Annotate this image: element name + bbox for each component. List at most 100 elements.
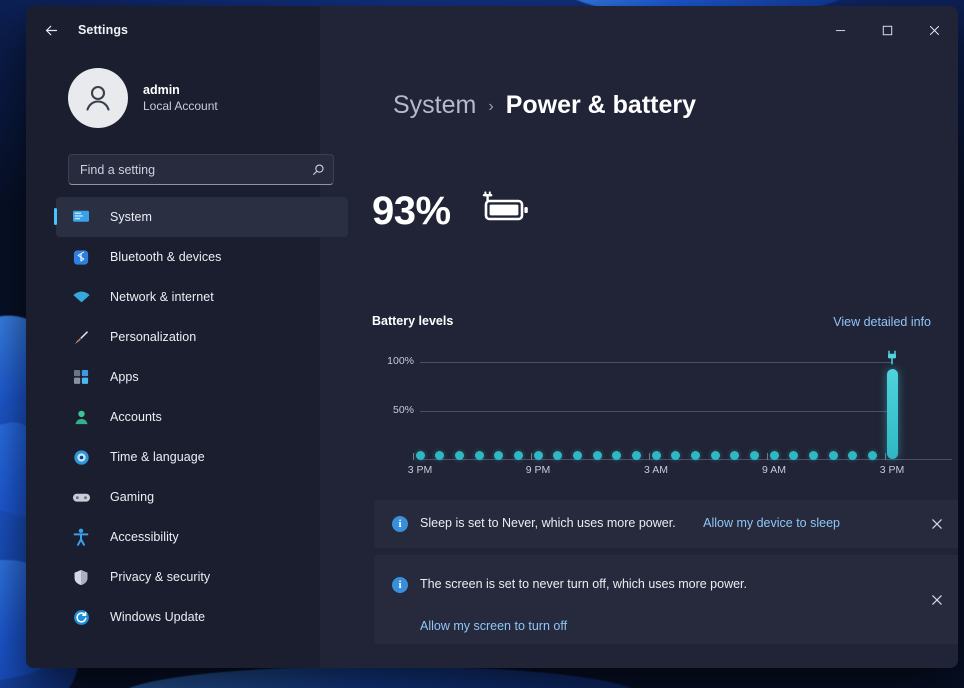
chart-data-point <box>749 451 759 460</box>
account-block[interactable]: admin Local Account <box>68 68 218 128</box>
sidebar-item-accounts[interactable]: Accounts <box>56 397 348 437</box>
chart-gridline <box>420 362 892 363</box>
sidebar-item-label: Apps <box>110 370 139 384</box>
sidebar-item-apps[interactable]: Apps <box>56 357 348 397</box>
banner-message: The screen is set to never turn off, whi… <box>420 577 748 591</box>
chart-data-point <box>474 451 484 460</box>
update-refresh-icon <box>70 607 92 627</box>
screen-timeout-notification-banner: i The screen is set to never turn off, w… <box>374 555 958 644</box>
monitor-glyph <box>73 210 89 222</box>
battery-levels-chart: Battery levels View detailed info 50% 100… <box>372 314 958 484</box>
wifi-icon <box>70 287 92 307</box>
back-arrow-icon <box>45 25 57 35</box>
chart-x-tick <box>531 453 532 460</box>
battery-charging-icon <box>477 190 533 232</box>
sidebar-item-label: System <box>110 210 152 224</box>
sidebar-item-network-internet[interactable]: Network & internet <box>56 277 348 317</box>
chart-data-point <box>592 451 602 460</box>
chart-x-tick-label: 3 PM <box>879 464 905 476</box>
sidebar-item-gaming[interactable]: Gaming <box>56 477 348 517</box>
dismiss-button[interactable] <box>922 585 952 615</box>
chart-x-tick-label: 3 PM <box>407 464 433 476</box>
sidebar-item-windows-update[interactable]: Windows Update <box>56 597 348 637</box>
sidebar-item-privacy-security[interactable]: Privacy & security <box>56 557 348 597</box>
gamepad-glyph <box>72 493 90 502</box>
gamepad-icon <box>70 487 92 507</box>
chart-data-point <box>572 451 582 460</box>
account-name: admin <box>143 82 180 97</box>
chart-data-point <box>690 451 700 460</box>
chart-data-point <box>454 451 464 460</box>
chart-data-point <box>631 451 641 460</box>
chart-data-point <box>651 451 661 460</box>
shield-glyph <box>74 569 88 585</box>
sidebar-item-personalization[interactable]: Personalization <box>56 317 348 357</box>
close-icon <box>932 595 942 605</box>
chart-gridline <box>420 410 892 412</box>
chart-plot-area: 50% 100% 3 PM 9 PM 3 AM 9 AM 3 PM <box>372 346 958 484</box>
sidebar-item-label: Gaming <box>110 490 155 504</box>
minimize-icon <box>835 29 846 31</box>
banner-message: Sleep is set to Never, which uses more p… <box>420 516 676 530</box>
chart-data-point <box>867 451 877 460</box>
clock-globe-icon <box>70 447 92 467</box>
wifi-glyph <box>72 291 90 303</box>
chart-x-tick-label: 9 PM <box>525 464 551 476</box>
chart-x-tick <box>885 453 886 460</box>
title-bar: Settings <box>26 6 958 54</box>
bluetooth-icon <box>70 247 92 267</box>
maximize-button[interactable] <box>864 6 911 54</box>
app-title: Settings <box>78 23 129 37</box>
account-type: Local Account <box>143 98 218 113</box>
plug-charging-icon <box>886 350 898 366</box>
info-icon: i <box>392 516 408 532</box>
chart-data-point <box>769 451 779 460</box>
minimize-button[interactable] <box>817 6 864 54</box>
breadcrumb-parent-link[interactable]: System <box>393 91 476 120</box>
close-icon <box>932 519 942 529</box>
sidebar-item-bluetooth-devices[interactable]: Bluetooth & devices <box>56 237 348 277</box>
accessibility-icon <box>70 527 92 547</box>
search-input[interactable] <box>80 162 311 177</box>
sidebar-item-accessibility[interactable]: Accessibility <box>56 517 348 557</box>
sidebar-item-label: Bluetooth & devices <box>110 250 222 264</box>
chart-data-point <box>710 451 720 460</box>
sidebar-item-label: Network & internet <box>110 290 214 304</box>
chart-data-point <box>533 451 543 460</box>
apps-grid-glyph <box>73 369 88 384</box>
chart-y-tick-label: 50% <box>392 403 414 416</box>
sidebar-item-label: Accounts <box>110 410 162 424</box>
chart-title: Battery levels <box>372 314 454 328</box>
allow-device-to-sleep-link[interactable]: Allow my device to sleep <box>703 516 840 530</box>
search-icon[interactable] <box>311 163 325 177</box>
chart-data-point <box>808 451 818 460</box>
sidebar-item-label: Privacy & security <box>110 570 211 584</box>
info-icon: i <box>392 577 408 593</box>
back-button[interactable] <box>34 14 68 46</box>
close-button[interactable] <box>911 6 958 54</box>
search-box[interactable] <box>68 154 334 185</box>
dismiss-button[interactable] <box>922 509 952 539</box>
maximize-icon <box>882 25 893 35</box>
paintbrush-glyph <box>74 330 88 344</box>
sidebar-item-time-language[interactable]: Time & language <box>56 437 348 477</box>
view-detailed-info-link[interactable]: View detailed info <box>833 315 931 329</box>
sidebar-item-label: Personalization <box>110 330 197 344</box>
sidebar-item-system[interactable]: System <box>54 197 348 237</box>
chart-x-tick-label: 3 AM <box>644 464 668 476</box>
bluetooth-glyph <box>73 249 89 265</box>
allow-screen-to-turn-off-link[interactable]: Allow my screen to turn off <box>420 619 567 633</box>
sidebar-item-label: Time & language <box>110 450 205 464</box>
close-icon <box>929 25 940 35</box>
accounts-icon <box>70 407 92 427</box>
battery-summary: 93% <box>372 189 533 233</box>
battery-percent-label: 93% <box>372 189 451 233</box>
sidebar-item-label: Accessibility <box>110 530 179 544</box>
person-avatar-icon <box>86 85 110 111</box>
sleep-notification-banner: i Sleep is set to Never, which uses more… <box>374 500 958 548</box>
breadcrumb: System › Power & battery <box>393 91 696 120</box>
magnifier-glyph <box>313 163 324 175</box>
clock-globe-glyph <box>73 449 89 465</box>
sidebar-nav: System Bluetooth & devices Network & int… <box>54 197 348 637</box>
chart-x-tick <box>767 453 768 460</box>
